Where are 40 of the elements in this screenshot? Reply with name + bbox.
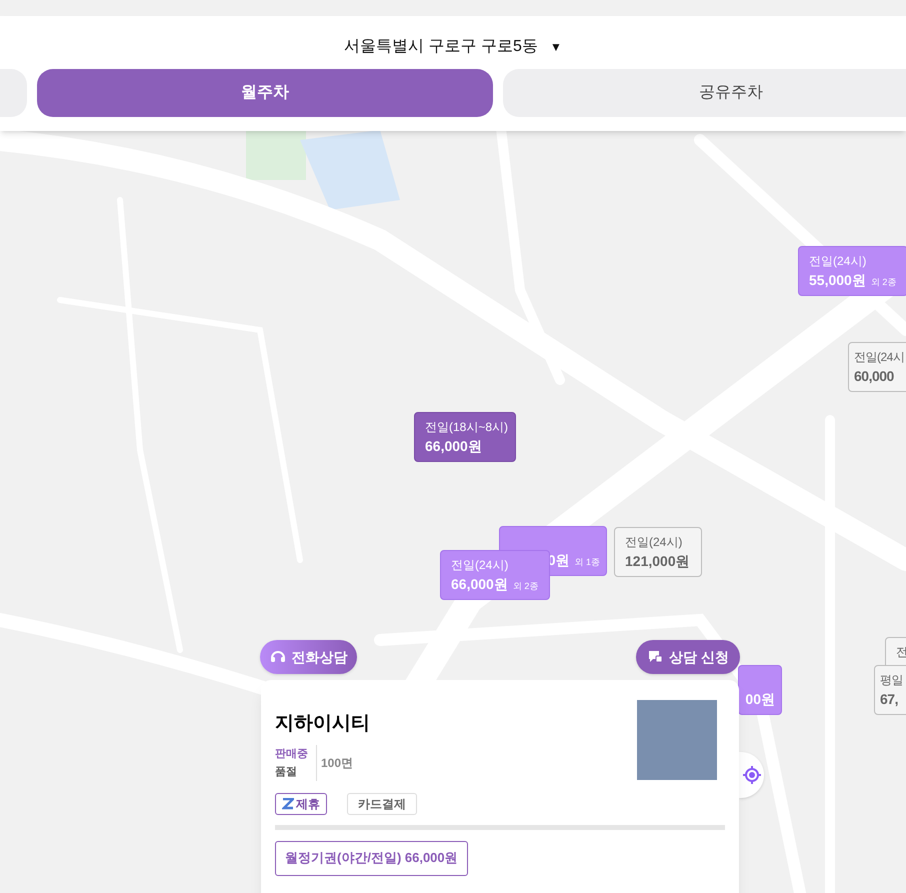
status-label: 판매중 xyxy=(275,746,308,762)
price-marker[interactable]: 전일(18시~8시) 66,000원 xyxy=(414,412,516,462)
tab[interactable]: 공유주차 xyxy=(503,69,906,117)
marker-extra: 외 2종 xyxy=(512,580,538,593)
target-icon xyxy=(742,765,762,785)
marker-price: 66,000원 xyxy=(451,575,508,593)
price-marker[interactable]: 전일(24시) 66,000원 외 2종 xyxy=(440,550,550,600)
price-marker[interactable]: 00원 xyxy=(738,665,782,715)
price-marker[interactable]: 전일(24시) 55,000원 외 2종 xyxy=(798,246,906,296)
payment-tag: 카드결제 xyxy=(347,792,417,814)
marker-price: 55,000원 xyxy=(809,271,866,289)
marker-title: 전일(18시~8시) xyxy=(425,420,505,435)
product-chip[interactable]: 월정기권(야간/전일) 66,000원 xyxy=(275,840,468,876)
marker-price: 00원 xyxy=(745,690,775,708)
marker-title: 전일(24시 xyxy=(854,350,906,365)
parking-name: 지하이시티 xyxy=(275,712,370,736)
space-count: 100면 xyxy=(321,754,354,772)
status-label: 품절 xyxy=(275,764,298,780)
dropdown-caret[interactable]: ▼ xyxy=(550,38,562,56)
headset-icon xyxy=(270,649,286,665)
chat-question-icon xyxy=(647,649,664,665)
parking-card[interactable]: 지하이시티 판매중 품절 100면 제휴 카드결제 월정기권(야간/전일) 66,000원 xyxy=(261,680,739,893)
consult-request-button[interactable]: 상담 신청 xyxy=(636,640,740,674)
marker-title: 평일 xyxy=(880,673,904,688)
marker-extra: 외 2종 xyxy=(870,276,896,289)
tab[interactable]: 월주차 xyxy=(37,69,493,117)
price-marker[interactable]: 전일(24시 60,000 xyxy=(848,342,906,392)
phone-consult-button[interactable]: 전화상담 xyxy=(260,640,357,674)
price-marker[interactable]: 평일 67, xyxy=(874,665,906,715)
marker-extra: 외 1종 xyxy=(574,556,600,569)
marker-price: 60,000 xyxy=(854,367,894,385)
price-marker[interactable]: 전일(24시) 121,000원 xyxy=(614,527,702,577)
partner-tag: 제휴 xyxy=(275,792,327,814)
marker-title: 전일(24시) xyxy=(809,254,868,269)
marker-title: 전일(24시) xyxy=(625,535,684,550)
marker-price: 121,000원 xyxy=(625,552,690,570)
z-logo-icon xyxy=(282,798,294,810)
marker-price: 67, xyxy=(880,690,898,708)
marker-price: 66,000원 xyxy=(425,437,482,455)
location-text[interactable]: 서울특별시 구로구 구로5동 xyxy=(344,34,538,58)
